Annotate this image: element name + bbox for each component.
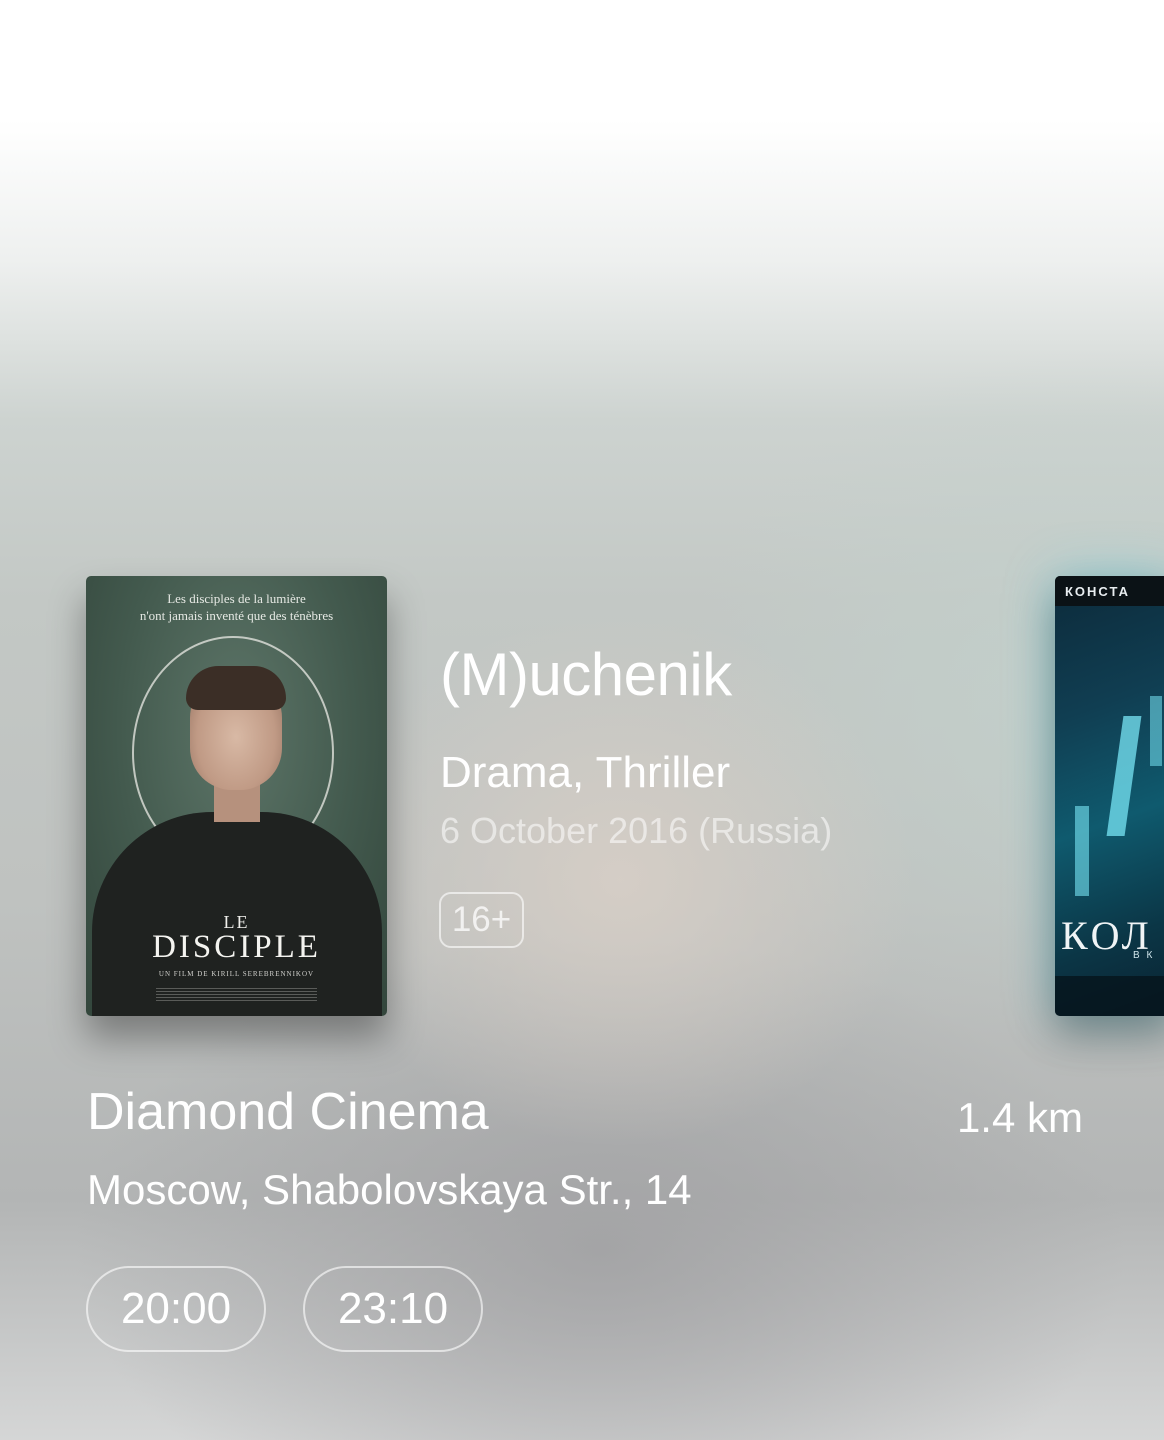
movie-genres: Drama, Thriller <box>440 748 731 797</box>
poster-title: DISCIPLE <box>152 929 321 965</box>
next-poster-light <box>1150 696 1162 766</box>
next-poster-light <box>1075 806 1089 896</box>
next-movie-poster[interactable]: КОНСТА КОЛ В К <box>1055 576 1164 1016</box>
poster-credits <box>156 988 317 1002</box>
next-poster-top-text: КОНСТА <box>1065 584 1131 599</box>
next-poster-credits <box>1055 976 1164 1016</box>
poster-director: UN FILM DE KIRILL SEREBRENNIKOV <box>158 970 315 978</box>
showtime-button[interactable]: 23:10 <box>303 1266 483 1352</box>
poster-tagline: Les disciples de la lumière n'ont jamais… <box>86 590 387 624</box>
showtime-button[interactable]: 20:00 <box>86 1266 266 1352</box>
poster-tagline-line1: Les disciples de la lumière <box>167 591 306 606</box>
next-poster-header: КОНСТА <box>1055 576 1164 606</box>
movie-title[interactable]: (M)uchenik <box>440 640 732 709</box>
poster-tagline-line2: n'ont jamais inventé que des ténèbres <box>139 608 334 623</box>
cinema-distance: 1.4 km <box>956 1094 1083 1141</box>
next-poster-subtitle: В К <box>1133 950 1155 961</box>
showtimes-list: 20:00 23:10 <box>86 1266 483 1352</box>
cinema-name[interactable]: Diamond Cinema <box>87 1082 489 1142</box>
poster-figure-hair <box>186 666 286 710</box>
movie-release-date: 6 October 2016 (Russia) <box>440 810 833 851</box>
movie-poster[interactable]: Les disciples de la lumière n'ont jamais… <box>86 576 387 1016</box>
age-rating-badge: 16+ <box>439 892 524 948</box>
next-poster-light <box>1106 716 1142 836</box>
cinema-address: Moscow, Shabolovskaya Str., 14 <box>87 1166 692 1213</box>
